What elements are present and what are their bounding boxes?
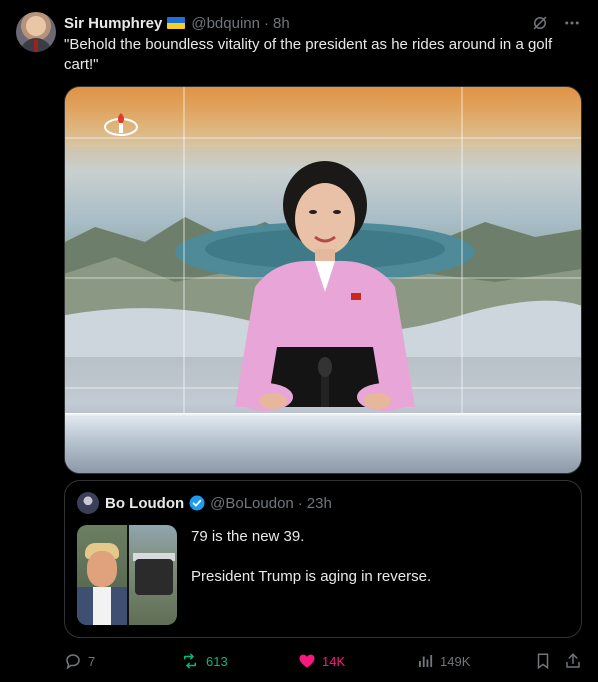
bookmark-icon xyxy=(537,653,549,670)
ukraine-flag-icon xyxy=(167,17,186,29)
quoted-time[interactable]: 23h xyxy=(307,495,332,512)
quoted-author-handle[interactable]: @BoLoudon xyxy=(210,495,294,512)
views-chart-icon xyxy=(419,655,433,667)
reply-icon xyxy=(66,654,80,670)
tweet-text: "Behold the boundless vitality of the pr… xyxy=(64,36,553,73)
reply-count: 7 xyxy=(88,653,96,669)
quoted-header: Bo Loudon @BoLoudon · 23h xyxy=(77,492,332,514)
retweet-count: 613 xyxy=(206,653,228,669)
tweet-media-image[interactable] xyxy=(64,86,582,474)
bookmark-button[interactable] xyxy=(534,650,552,672)
views-count: 149K xyxy=(440,653,471,669)
quoted-text: 79 is the new 39. President Trump is agi… xyxy=(191,527,567,607)
quoted-author-name[interactable]: Bo Loudon xyxy=(105,495,184,512)
share-button[interactable] xyxy=(564,650,582,672)
quoted-tweet[interactable]: Bo Loudon @BoLoudon · 23h 79 is the new … xyxy=(64,480,582,638)
thumbnail-golf-cart xyxy=(127,525,177,625)
news-desk xyxy=(65,417,581,473)
quoted-author-avatar[interactable] xyxy=(77,492,99,514)
heart-icon xyxy=(299,654,315,668)
separator-dot: · xyxy=(297,494,303,512)
quoted-media-thumbnail[interactable] xyxy=(77,525,177,625)
thumbnail-portrait xyxy=(77,525,127,625)
news-anchor-figure xyxy=(235,161,415,411)
retweet-button[interactable]: 613 xyxy=(180,650,228,672)
author-avatar[interactable] xyxy=(16,12,56,52)
views-button[interactable]: 149K xyxy=(416,650,470,672)
reply-button[interactable]: 7 xyxy=(64,650,95,672)
grok-icon[interactable] xyxy=(530,13,550,33)
broadcast-logo-icon xyxy=(104,113,138,136)
more-options-icon[interactable] xyxy=(562,13,582,33)
share-icon xyxy=(566,653,580,668)
tweet-time[interactable]: 8h xyxy=(273,15,290,32)
quoted-text-line: 79 is the new 39. xyxy=(191,528,305,545)
author-handle[interactable]: @bdquinn xyxy=(191,15,260,32)
tweet-action-bar: 7 613 14K 149K xyxy=(64,650,582,672)
avatar-tie xyxy=(34,40,38,52)
tweet-header: Sir Humphrey @bdquinn · 8h xyxy=(64,13,582,33)
retweet-icon xyxy=(184,653,196,669)
like-button[interactable]: 14K xyxy=(298,650,345,672)
separator-dot: · xyxy=(263,14,269,32)
grid-line xyxy=(65,137,581,139)
like-count: 14K xyxy=(322,653,346,669)
verified-badge-icon xyxy=(188,494,206,512)
author-name[interactable]: Sir Humphrey xyxy=(64,15,162,32)
quoted-text-line: President Trump is aging in reverse. xyxy=(191,568,432,585)
